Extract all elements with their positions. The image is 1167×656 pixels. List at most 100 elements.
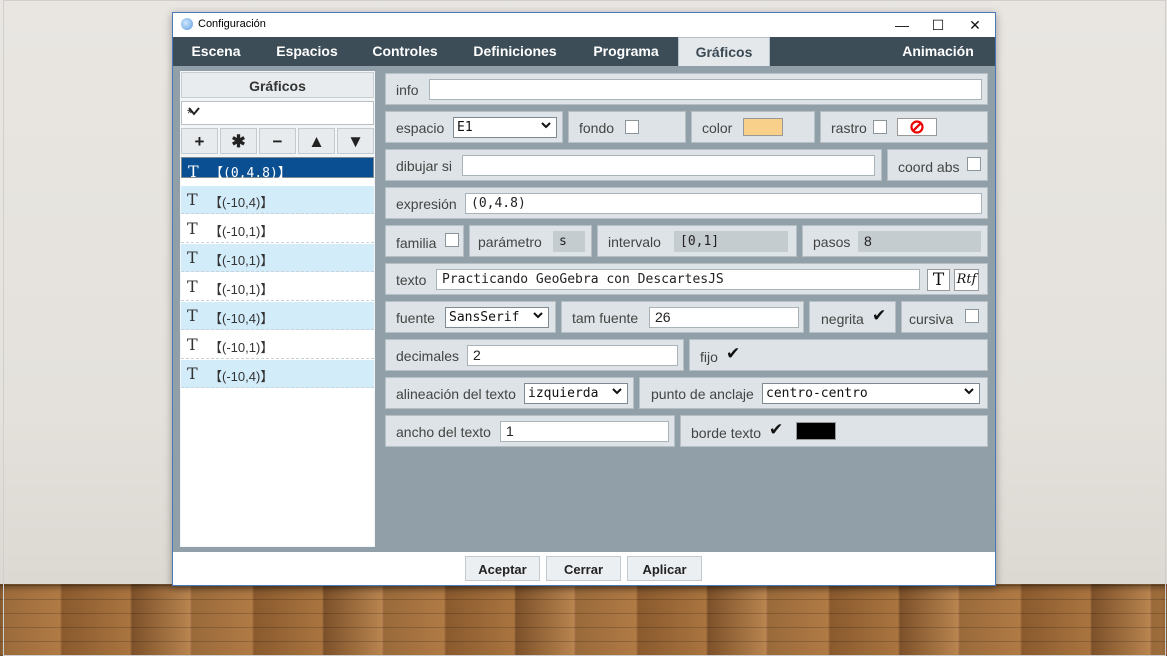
list-item-label: (-10,1) (222, 282, 261, 297)
cursiva-row: cursiva (901, 301, 988, 333)
config-window: Configuración — ☐ ✕ Escena Espacios Cont… (172, 12, 996, 586)
parametro-input[interactable]: s (553, 231, 585, 252)
alineacion-select[interactable]: izquierda (524, 383, 628, 404)
color-row: color (691, 111, 815, 143)
list-item[interactable]: T 【(-10,1)】 (181, 331, 374, 359)
borde-checkbox[interactable]: ✔ (769, 420, 783, 440)
graphics-list-panel: Gráficos * + ✱ − ▲ ▼ T 【(0,4.8)】 T 【(-10… (180, 71, 375, 547)
list-toolbar: + ✱ − ▲ ▼ (181, 128, 374, 154)
chevron-down-icon (963, 384, 975, 403)
negrita-row: negrita ✔ (809, 301, 896, 333)
decimales-input[interactable]: 2 (467, 345, 678, 366)
chevron-down-icon (532, 308, 544, 327)
list-item-label: (0,4.8) (223, 166, 278, 181)
rastro-color-button[interactable] (897, 118, 937, 136)
ancho-input[interactable]: 1 (500, 421, 669, 442)
list-item[interactable]: T 【(-10,1)】 (181, 273, 374, 301)
familia-checkbox[interactable] (445, 233, 459, 247)
parametro-row: parámetro s (469, 225, 592, 257)
list-item[interactable]: T 【(0,4.8)】 (181, 157, 374, 181)
fondo-row: fondo (568, 111, 686, 143)
anclaje-select[interactable]: centro-centro (762, 383, 980, 404)
list-item-label: (-10,4) (222, 369, 261, 384)
cursiva-checkbox[interactable] (965, 309, 979, 323)
dibujar-si-label: dibujar si (396, 158, 453, 174)
close-button[interactable]: ✕ (957, 13, 993, 37)
add-button[interactable]: + (181, 128, 218, 154)
tab-graficos[interactable]: Gráficos (678, 37, 770, 66)
color-swatch[interactable] (743, 118, 783, 136)
remove-button[interactable]: − (259, 128, 296, 154)
text-type-icon: T (187, 219, 198, 238)
pasos-input[interactable]: 8 (858, 231, 981, 252)
tab-animacion[interactable]: Animación (889, 37, 987, 66)
negrita-checkbox[interactable]: ✔ (872, 306, 886, 326)
close-dialog-button[interactable]: Cerrar (546, 556, 621, 581)
no-entry-icon (910, 120, 924, 134)
move-up-button[interactable]: ▲ (298, 128, 335, 154)
rastro-checkbox[interactable] (873, 120, 887, 134)
list-item-label: (-10,1) (222, 224, 261, 239)
clone-button[interactable]: ✱ (220, 128, 257, 154)
borde-color-swatch[interactable] (796, 422, 836, 440)
properties-panel: info espacio E1 fondo color rastro dibuj… (380, 71, 990, 547)
decimales-label: decimales (396, 348, 460, 364)
fijo-row: fijo ✔ (689, 339, 988, 371)
text-type-icon: T (187, 190, 198, 209)
espacio-select[interactable]: E1 (453, 117, 557, 138)
tam-fuente-input[interactable]: 26 (649, 307, 799, 328)
negrita-label: negrita (821, 311, 864, 327)
chevron-down-icon (540, 118, 552, 137)
filter-select[interactable]: * (181, 101, 374, 125)
borde-row: borde texto ✔ (680, 415, 988, 447)
alineacion-row: alineación del texto izquierda (385, 377, 634, 409)
text-type-icon: T (187, 306, 198, 325)
minimize-button[interactable]: — (884, 13, 920, 37)
tab-espacios[interactable]: Espacios (259, 37, 355, 66)
texto-input[interactable]: Practicando GeoGebra con DescartesJS (436, 269, 920, 290)
text-type-icon: T (187, 248, 198, 267)
rastro-label: rastro (831, 120, 867, 136)
dialog-body: Gráficos * + ✱ − ▲ ▼ T 【(0,4.8)】 T 【(-10… (173, 66, 995, 552)
text-type-icon: T (188, 162, 199, 181)
texto-row: texto Practicando GeoGebra con Descartes… (385, 263, 988, 295)
text-type-icon: T (187, 364, 198, 383)
intervalo-input[interactable]: [0,1] (674, 231, 788, 252)
fuente-select[interactable]: SansSerif (445, 307, 549, 328)
list-item-label: (-10,1) (222, 253, 261, 268)
list-item[interactable]: T 【(-10,4)】 (181, 360, 374, 388)
tab-escena[interactable]: Escena (173, 37, 259, 66)
list-item-label: (-10,4) (222, 195, 261, 210)
coord-abs-checkbox[interactable] (967, 157, 981, 171)
tab-programa[interactable]: Programa (575, 37, 677, 66)
text-editor-button[interactable]: T (927, 269, 950, 291)
dibujar-si-input[interactable] (462, 155, 875, 176)
maximize-button[interactable]: ☐ (920, 13, 956, 37)
move-down-button[interactable]: ▼ (337, 128, 374, 154)
info-label: info (396, 82, 419, 98)
familia-row: familia (385, 225, 464, 257)
apply-button[interactable]: Aplicar (627, 556, 702, 581)
pasos-label: pasos (813, 234, 851, 250)
espacio-row: espacio E1 (385, 111, 563, 143)
list-item[interactable]: T 【(-10,1)】 (181, 215, 374, 243)
graphics-list: T 【(0,4.8)】 T 【(-10,4)】 T 【(-10,1)】 T 【(… (181, 157, 374, 546)
alineacion-label: alineación del texto (396, 386, 516, 402)
list-item-label: (-10,1) (222, 340, 261, 355)
list-item[interactable]: T 【(-10,1)】 (181, 244, 374, 272)
expresion-input[interactable]: (0,4.8) (465, 193, 982, 214)
fijo-label: fijo (700, 349, 718, 365)
rastro-row: rastro (820, 111, 988, 143)
tab-definiciones[interactable]: Definiciones (455, 37, 575, 66)
title-bar: Configuración — ☐ ✕ (173, 13, 995, 37)
fondo-checkbox[interactable] (625, 120, 639, 134)
fijo-checkbox[interactable]: ✔ (726, 344, 740, 364)
accept-button[interactable]: Aceptar (465, 556, 540, 581)
list-item[interactable]: T 【(-10,4)】 (181, 302, 374, 330)
info-row: info (385, 73, 988, 105)
rtf-editor-button[interactable]: Rtf (954, 269, 979, 291)
info-input[interactable] (429, 79, 982, 100)
ancho-label: ancho del texto (396, 424, 491, 440)
list-item[interactable]: T 【(-10,4)】 (181, 186, 374, 214)
tab-controles[interactable]: Controles (355, 37, 455, 66)
